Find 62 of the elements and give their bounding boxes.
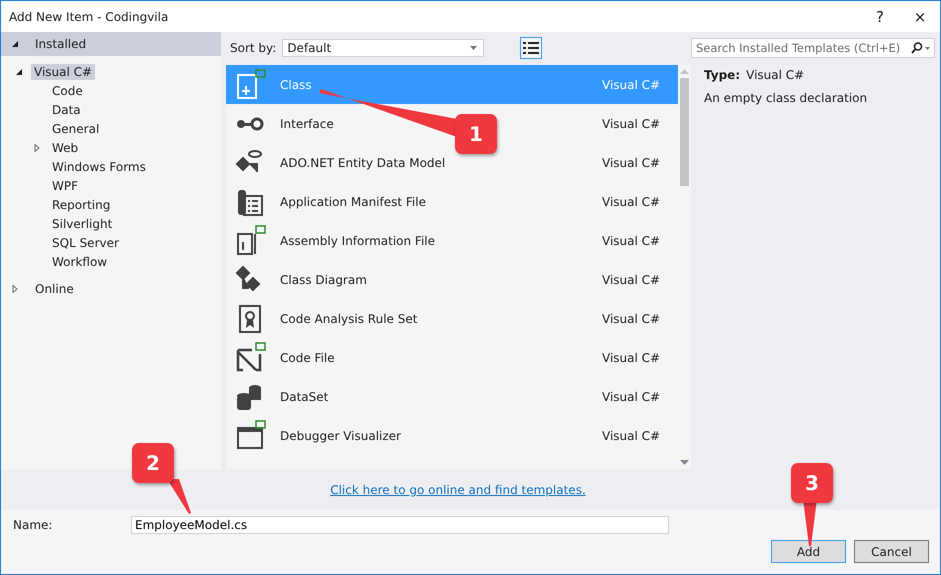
callout-badge: 3 xyxy=(791,463,833,503)
template-name[interactable]: Code Analysis Rule Set xyxy=(280,312,602,326)
cancel-button[interactable]: Cancel xyxy=(854,540,929,563)
tree-item[interactable]: Visual C# xyxy=(31,64,96,80)
sort-dropdown[interactable]: Default xyxy=(282,39,484,57)
tree-item[interactable]: Code xyxy=(49,82,86,98)
tree-category[interactable]: Online xyxy=(35,282,74,296)
template-description: An empty class declaration xyxy=(704,91,868,105)
dropdown-caret-icon xyxy=(470,46,478,50)
help-button[interactable]: ? xyxy=(860,1,900,32)
scroll-thumb[interactable] xyxy=(680,78,689,186)
assembly-template-icon xyxy=(234,224,266,256)
template-language: Visual C# xyxy=(602,350,662,364)
template-name: Class xyxy=(280,78,313,92)
type-label: Type: xyxy=(704,68,740,82)
search-field[interactable]: Search Installed Templates (Ctrl+E) xyxy=(691,38,935,58)
template-name[interactable]: DataSet xyxy=(280,390,602,404)
class-template-icon xyxy=(234,68,266,100)
tree-item[interactable]: Silverlight xyxy=(49,216,116,232)
callout-badge: 1 xyxy=(455,114,497,154)
window-title: Add New Item - Codingvila xyxy=(9,10,170,24)
name-label: Name: xyxy=(13,518,54,532)
tree-item[interactable]: Windows Forms xyxy=(49,158,149,174)
tree-item[interactable]: Data xyxy=(49,102,84,118)
search-icon[interactable] xyxy=(910,42,930,54)
template-language: Visual C# xyxy=(602,116,662,130)
collapsed-arrow-icon[interactable] xyxy=(11,285,19,293)
template-language: Visual C# xyxy=(602,156,662,170)
tree-item[interactable]: Reporting xyxy=(49,196,114,212)
expanded-arrow-icon[interactable] xyxy=(15,68,23,76)
visualizer-template-icon xyxy=(234,420,266,452)
tree-item[interactable]: General xyxy=(49,120,102,136)
sort-label: Sort by: xyxy=(230,41,276,55)
expanded-arrow-icon[interactable] xyxy=(11,40,19,48)
tree-item[interactable]: Web xyxy=(49,140,82,156)
add-button[interactable]: Add xyxy=(771,540,846,563)
template-name[interactable]: ADO.NET Entity Data Model xyxy=(280,156,602,170)
template-language: Visual C# xyxy=(602,312,662,326)
list-view-button[interactable] xyxy=(520,37,542,59)
name-field[interactable]: EmployeeModel.cs xyxy=(131,516,669,534)
tree-item[interactable]: WPF xyxy=(49,178,82,194)
template-language: Visual C# xyxy=(602,194,662,208)
template-name[interactable]: Code File xyxy=(280,350,602,364)
template-language: Visual C# xyxy=(602,78,662,92)
scroll-down-icon[interactable] xyxy=(680,460,689,465)
template-name[interactable]: Debugger Visualizer xyxy=(280,428,602,442)
template-language: Visual C# xyxy=(602,428,662,442)
codefile-template-icon xyxy=(234,342,266,374)
template-language: Visual C# xyxy=(602,390,662,404)
callout-badge: 2 xyxy=(132,443,174,483)
template-language: Visual C# xyxy=(602,272,662,286)
template-language: Visual C# xyxy=(602,234,662,248)
template-name[interactable]: Class Diagram xyxy=(280,272,602,286)
collapsed-arrow-icon[interactable] xyxy=(33,144,41,152)
template-name[interactable]: Application Manifest File xyxy=(280,194,602,208)
tree-item[interactable]: SQL Server xyxy=(49,234,122,250)
close-button[interactable]: × xyxy=(900,1,940,32)
tree-category[interactable]: Installed xyxy=(35,37,86,51)
template-name[interactable]: Assembly Information File xyxy=(280,234,602,248)
type-value: Visual C# xyxy=(746,68,804,82)
tree-item[interactable]: Workflow xyxy=(49,254,110,270)
online-templates-link[interactable]: Click here to go online and find templates. xyxy=(330,483,586,497)
